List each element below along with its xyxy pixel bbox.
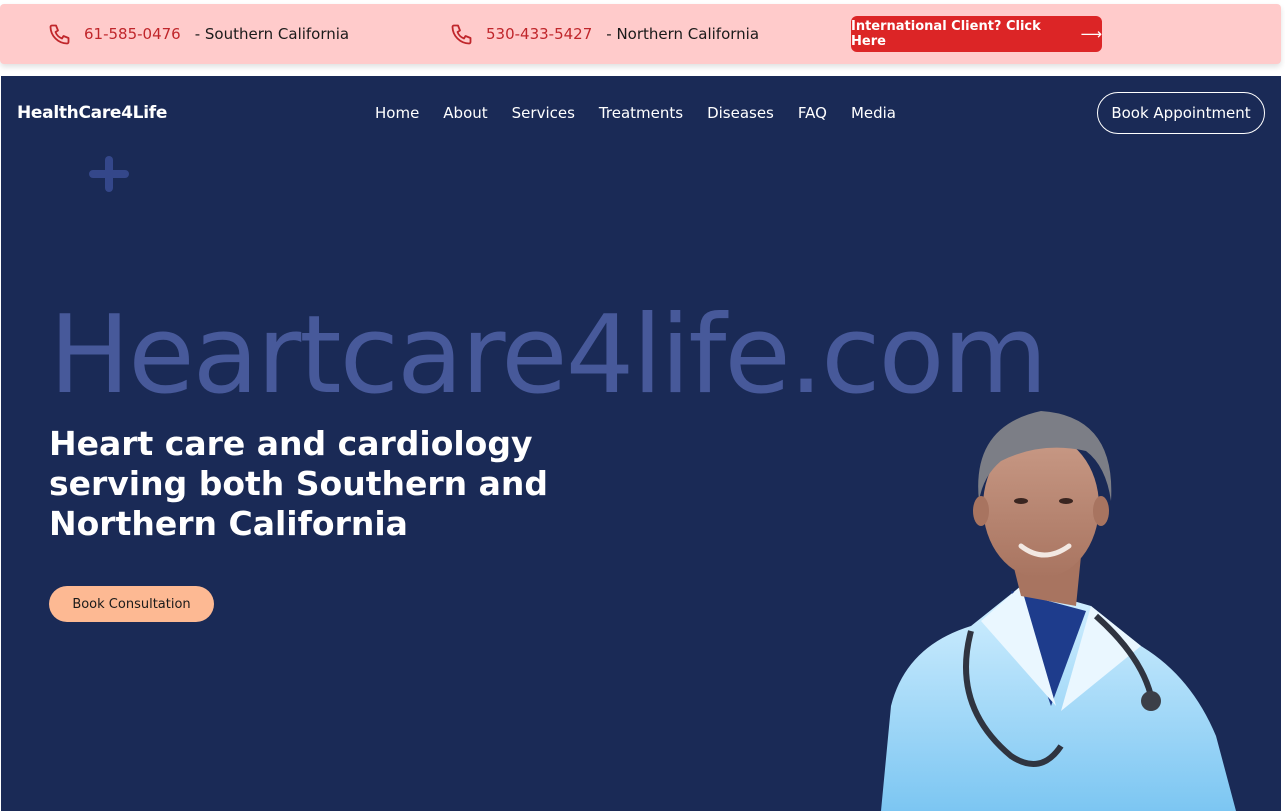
nav-item-faq[interactable]: FAQ	[798, 104, 827, 122]
doctor-portrait-image	[881, 411, 1236, 811]
phone-number-north[interactable]: 530-433-5427	[486, 25, 592, 43]
arrow-right-icon: ⟶	[1080, 25, 1102, 43]
nav-item-about[interactable]: About	[443, 104, 487, 122]
main-nav: Home About Services Treatments Diseases …	[375, 104, 920, 122]
southern-california-contact: 61-585-0476 - Southern California	[48, 4, 349, 64]
site-watermark: Heartcare4life.com	[49, 293, 1048, 418]
phone-icon	[48, 22, 72, 46]
brand-logo[interactable]: HealthCare4Life	[17, 103, 167, 123]
hero-headline: Heart care and cardiology serving both S…	[49, 424, 548, 543]
book-appointment-button[interactable]: Book Appointment	[1097, 92, 1265, 134]
nav-item-services[interactable]: Services	[512, 104, 575, 122]
region-label-north: - Northern California	[606, 25, 760, 43]
nav-item-diseases[interactable]: Diseases	[707, 104, 774, 122]
phone-number-south[interactable]: 61-585-0476	[84, 25, 181, 43]
hero-section: HealthCare4Life Home About Services Trea…	[1, 76, 1281, 811]
international-client-button[interactable]: International Client? Click Here ⟶	[851, 16, 1102, 52]
northern-california-contact: 530-433-5427 - Northern California	[450, 4, 759, 64]
region-label-south: - Southern California	[194, 25, 350, 43]
phone-icon	[450, 22, 474, 46]
nav-item-media[interactable]: Media	[851, 104, 896, 122]
nav-item-home[interactable]: Home	[375, 104, 419, 122]
plus-icon	[89, 156, 129, 192]
international-client-label: International Client? Click Here	[851, 19, 1041, 49]
nav-item-treatments[interactable]: Treatments	[599, 104, 683, 122]
book-consultation-button[interactable]: Book Consultation	[49, 586, 214, 622]
top-contact-bar: 61-585-0476 - Southern California 530-43…	[0, 4, 1281, 64]
